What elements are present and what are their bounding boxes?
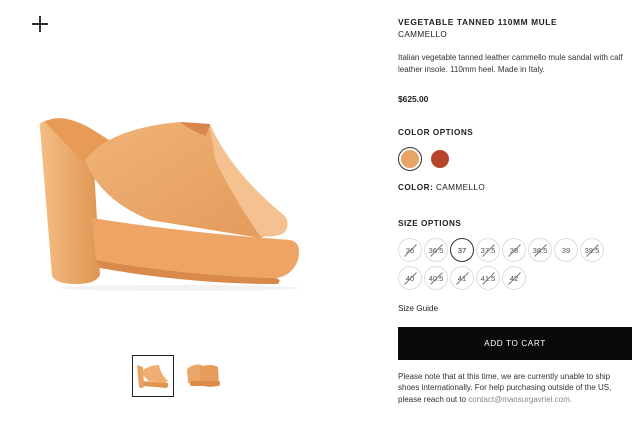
size-option-37-5[interactable]: 37.5 <box>476 238 500 262</box>
product-title: VEGETABLE TANNED 110MM MULE <box>398 17 558 27</box>
size-option-39-5[interactable]: 39.5 <box>580 238 604 262</box>
color-swatch-rust[interactable] <box>428 147 452 171</box>
zoom-plus-icon[interactable] <box>30 14 50 34</box>
size-option-42[interactable]: 42 <box>502 266 526 290</box>
size-option-36-5[interactable]: 36.5 <box>424 238 448 262</box>
size-guide-link[interactable]: Size Guide <box>398 304 438 313</box>
mule-thumbnail-icon <box>137 365 169 388</box>
size-option-37[interactable]: 37 <box>450 238 474 262</box>
mule-pair-thumbnail-icon <box>187 364 220 387</box>
selected-color-value: CAMMELLO <box>435 183 486 192</box>
add-to-cart-button[interactable]: ADD TO CART <box>398 327 632 360</box>
size-options-grid: 36 36.5 37 37.5 38 38.5 39 39.5 40 40.5 … <box>398 238 632 290</box>
color-swatch-cammello[interactable] <box>398 147 422 171</box>
size-option-41[interactable]: 41 <box>450 266 474 290</box>
product-description: Italian vegetable tanned leather cammell… <box>398 53 623 74</box>
thumbnail-strip <box>132 355 224 397</box>
thumbnail-side-view[interactable] <box>132 355 174 397</box>
product-info-panel: VEGETABLE TANNED 110MM MULE CAMMELLO Ita… <box>398 17 632 405</box>
size-option-41-5[interactable]: 41.5 <box>476 266 500 290</box>
product-price: $625.00 <box>398 94 429 104</box>
size-option-39[interactable]: 39 <box>554 238 578 262</box>
size-option-38[interactable]: 38 <box>502 238 526 262</box>
shipping-note: Please note that at this time, we are cu… <box>398 371 632 405</box>
selected-color: COLOR: CAMMELLO <box>398 183 632 192</box>
thumbnail-front-view[interactable] <box>182 355 224 397</box>
selected-color-label: COLOR: <box>398 183 434 192</box>
size-option-40-5[interactable]: 40.5 <box>424 266 448 290</box>
product-color-subtitle: CAMMELLO <box>398 30 448 39</box>
color-swatch-list <box>398 147 632 171</box>
size-option-36[interactable]: 36 <box>398 238 422 262</box>
mule-shoe-image <box>39 118 300 291</box>
size-option-40[interactable]: 40 <box>398 266 422 290</box>
size-option-38-5[interactable]: 38.5 <box>528 238 552 262</box>
color-options-heading: COLOR OPTIONS <box>398 128 474 137</box>
contact-email-link[interactable]: contact@mansurgavriel.com. <box>468 395 572 404</box>
size-options-heading: SIZE OPTIONS <box>398 219 462 228</box>
